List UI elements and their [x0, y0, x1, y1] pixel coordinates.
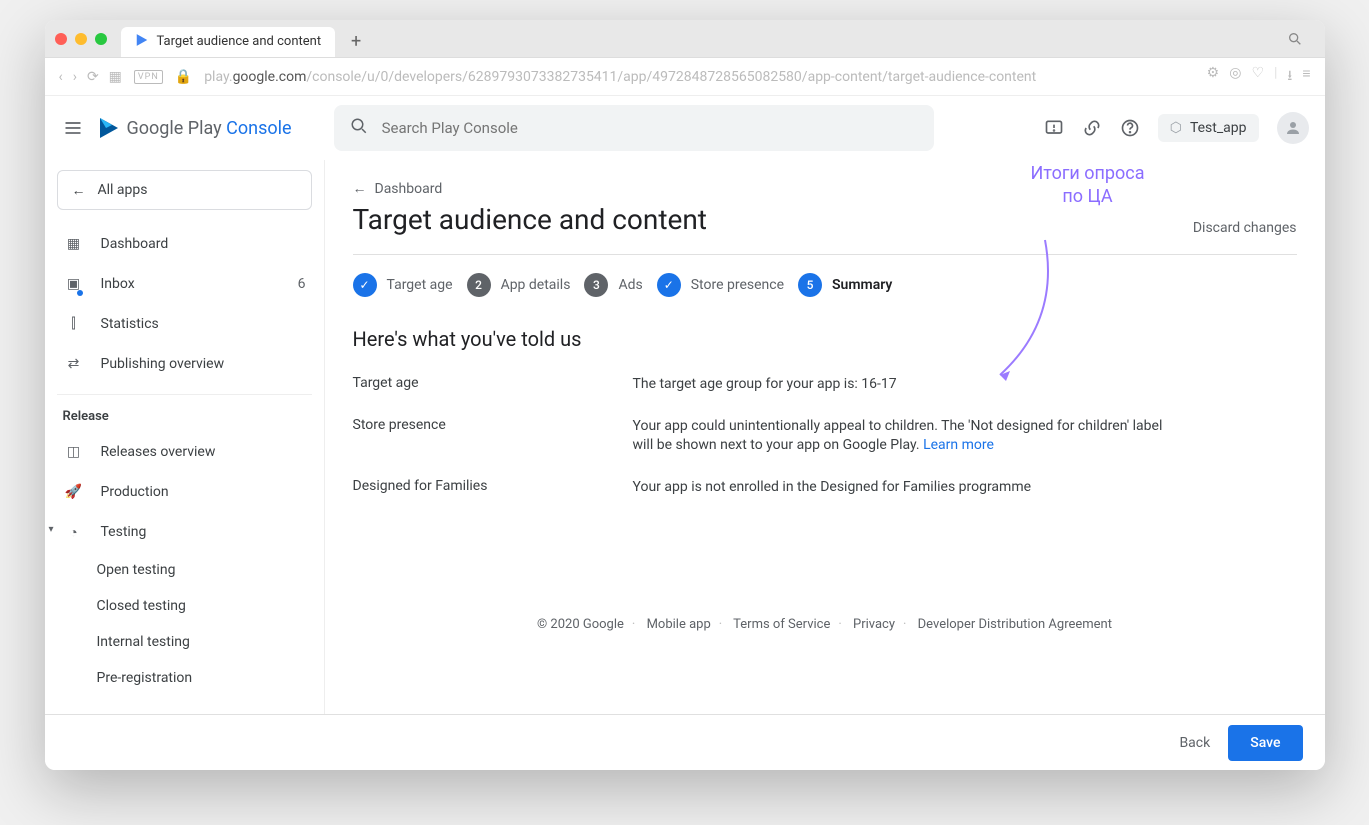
annotation-text: Итоги опроса по ЦА — [1030, 162, 1144, 209]
search-icon — [350, 117, 368, 139]
arrow-left-icon: ← — [353, 180, 367, 197]
back-button[interactable]: Back — [1179, 735, 1210, 751]
forward-icon[interactable]: › — [73, 69, 77, 85]
wand-icon[interactable]: ⚙ — [1207, 65, 1220, 89]
annotation-arrow-icon — [985, 230, 1075, 390]
notification-dot-icon — [77, 290, 83, 296]
user-avatar[interactable] — [1277, 112, 1309, 144]
main-content: ← Dashboard Target audience and content … — [325, 160, 1325, 714]
releases-icon: ◫ — [63, 444, 85, 460]
sidebar-item-publishing[interactable]: ⇄ Publishing overview — [57, 344, 312, 384]
dashboard-icon: ▦ — [63, 236, 85, 252]
testing-icon: ◔ — [63, 524, 85, 541]
sidebar-item-internal-testing[interactable]: Internal testing — [57, 624, 312, 660]
summary-row-target-age: Target age The target age group for your… — [353, 375, 1297, 395]
summary-row-store-presence: Store presence Your app could unintentio… — [353, 417, 1297, 456]
page-footer: © 2020 Google· Mobile app· Terms of Serv… — [353, 617, 1297, 632]
download-icon[interactable]: ⭳ — [1287, 65, 1292, 89]
search-input[interactable] — [382, 119, 918, 137]
heart-icon[interactable]: ♡ — [1251, 65, 1264, 89]
stepper: ✓Target age 2App details 3Ads ✓Store pre… — [353, 273, 1297, 297]
check-icon: ✓ — [353, 273, 377, 297]
play-console-logo[interactable]: Google Play Console — [97, 116, 292, 140]
step-summary[interactable]: 5Summary — [798, 273, 892, 297]
lock-icon: 🔒 — [175, 69, 192, 85]
new-tab-button[interactable]: + — [341, 27, 371, 57]
page-title: Target audience and content — [353, 203, 707, 236]
discard-changes-button[interactable]: Discard changes — [1193, 220, 1297, 236]
hamburger-menu-icon[interactable] — [61, 116, 85, 140]
arrow-left-icon: ← — [72, 182, 86, 199]
footer-link-terms[interactable]: Terms of Service — [733, 617, 830, 632]
step-app-details[interactable]: 2App details — [467, 273, 571, 297]
sidebar-item-closed-testing[interactable]: Closed testing — [57, 588, 312, 624]
learn-more-link[interactable]: Learn more — [923, 437, 994, 453]
production-icon: 🚀 — [63, 484, 85, 500]
search-tabs-icon[interactable] — [1285, 29, 1305, 49]
back-to-dashboard-link[interactable]: ← Dashboard — [353, 180, 1297, 197]
sidebar-item-statistics[interactable]: ⫿ Statistics — [57, 304, 312, 344]
camera-icon[interactable]: ◎ — [1229, 65, 1241, 89]
vpn-badge: VPN — [134, 70, 163, 84]
publishing-icon: ⇄ — [63, 356, 85, 372]
grid-icon[interactable]: ▦ — [109, 69, 122, 85]
footer-link-dda[interactable]: Developer Distribution Agreement — [918, 617, 1112, 632]
save-button[interactable]: Save — [1228, 725, 1302, 761]
search-box[interactable] — [334, 105, 934, 151]
summary-subtitle: Here's what you've told us — [353, 327, 1297, 351]
android-icon: ⬡ — [1170, 120, 1182, 136]
step-target-age[interactable]: ✓Target age — [353, 273, 453, 297]
statistics-icon: ⫿ — [63, 316, 85, 332]
step-store-presence[interactable]: ✓Store presence — [657, 273, 784, 297]
help-icon[interactable] — [1120, 118, 1140, 138]
bottom-action-bar: Back Save — [45, 714, 1325, 770]
chevron-down-icon[interactable]: ▾ — [49, 524, 54, 535]
reload-icon[interactable]: ⟳ — [87, 69, 99, 85]
sidebar-item-open-testing[interactable]: Open testing — [57, 552, 312, 588]
maximize-window-button[interactable] — [95, 33, 107, 45]
browser-menu-icon[interactable]: ≡ — [1302, 65, 1310, 89]
macos-titlebar: Target audience and content + — [45, 20, 1325, 58]
link-icon[interactable] — [1082, 118, 1102, 138]
sidebar-item-production[interactable]: 🚀 Production — [57, 472, 312, 512]
app-selector[interactable]: ⬡ Test_app — [1158, 114, 1259, 142]
url-text[interactable]: play.google.com/console/u/0/developers/6… — [204, 69, 1194, 85]
step-ads[interactable]: 3Ads — [584, 273, 642, 297]
minimize-window-button[interactable] — [75, 33, 87, 45]
sidebar-item-dashboard[interactable]: ▦ Dashboard — [57, 224, 312, 264]
footer-link-mobile-app[interactable]: Mobile app — [647, 617, 711, 632]
sidebar-item-testing[interactable]: ◔ Testing — [57, 512, 312, 552]
sidebar-item-inbox[interactable]: ▣ Inbox 6 — [57, 264, 312, 304]
close-window-button[interactable] — [55, 33, 67, 45]
browser-url-bar: ‹ › ⟳ ▦ VPN 🔒 play.google.com/console/u/… — [45, 58, 1325, 96]
footer-link-privacy[interactable]: Privacy — [853, 617, 895, 632]
check-icon: ✓ — [657, 273, 681, 297]
release-section-label: Release — [57, 409, 312, 424]
feedback-icon[interactable] — [1044, 118, 1064, 138]
play-favicon-icon — [135, 33, 149, 51]
tab-title: Target audience and content — [157, 34, 322, 49]
all-apps-button[interactable]: ← All apps — [57, 170, 312, 210]
summary-row-designed-for-families: Designed for Families Your app is not en… — [353, 478, 1297, 498]
sidebar-item-pre-registration[interactable]: Pre-registration — [57, 660, 312, 696]
browser-tab[interactable]: Target audience and content — [121, 27, 336, 57]
app-topbar: Google Play Console ⬡ Test_app — [45, 96, 1325, 160]
back-icon[interactable]: ‹ — [59, 69, 63, 85]
sidebar-item-releases-overview[interactable]: ◫ Releases overview — [57, 432, 312, 472]
sidebar: ← All apps ▦ Dashboard ▣ Inbox 6 ⫿ Stati… — [45, 160, 325, 714]
